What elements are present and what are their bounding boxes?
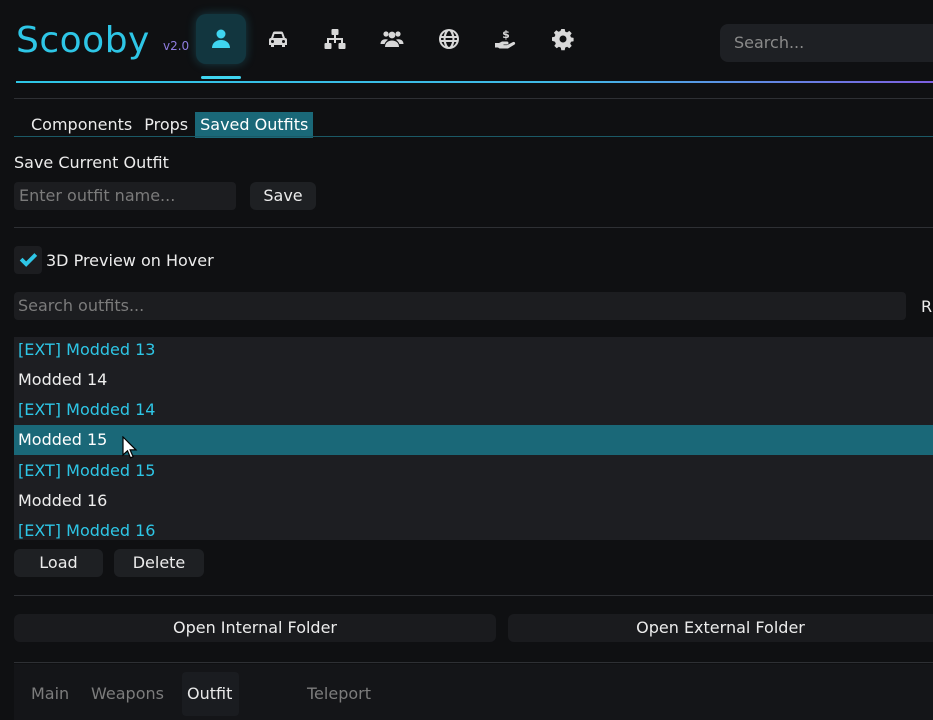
list-item[interactable]: Modded 14 bbox=[14, 365, 933, 395]
mouse-cursor-icon bbox=[122, 436, 138, 459]
version-label: v2.0 bbox=[163, 39, 190, 53]
list-item-selected[interactable]: Modded 15 bbox=[14, 425, 933, 455]
header-divider bbox=[16, 81, 933, 83]
divider bbox=[14, 595, 933, 596]
tab-components[interactable]: Components bbox=[26, 112, 137, 138]
header: Scooby v2.0 $ Search... bbox=[0, 0, 933, 84]
global-search-input[interactable]: Search... bbox=[720, 24, 933, 62]
preview-checkbox-label: 3D Preview on Hover bbox=[46, 251, 214, 270]
nav-network-button[interactable] bbox=[310, 14, 360, 64]
globe-icon bbox=[439, 29, 459, 49]
money-hand-icon: $ bbox=[495, 28, 516, 49]
network-icon bbox=[324, 29, 346, 49]
nav-money-button[interactable]: $ bbox=[481, 14, 531, 64]
outfit-sub-tabs: Components Props Saved Outfits bbox=[26, 112, 315, 138]
load-button[interactable]: Load bbox=[14, 549, 103, 577]
save-button[interactable]: Save bbox=[250, 182, 316, 210]
preview-checkbox[interactable] bbox=[14, 246, 42, 274]
users-icon bbox=[380, 31, 404, 47]
tab-main[interactable]: Main bbox=[26, 672, 74, 716]
open-internal-folder-button[interactable]: Open Internal Folder bbox=[14, 614, 496, 642]
tab-outfit-editor[interactable]: Outfit Editor bbox=[182, 672, 240, 716]
save-outfit-title: Save Current Outfit bbox=[14, 153, 169, 172]
gear-icon bbox=[552, 29, 574, 51]
nav-vehicle-button[interactable] bbox=[253, 14, 303, 64]
checkmark-icon bbox=[19, 253, 38, 267]
outfit-list[interactable]: [EXT] Modded 13 Modded 14 [EXT] Modded 1… bbox=[14, 337, 933, 540]
delete-button[interactable]: Delete bbox=[114, 549, 204, 577]
list-item[interactable]: [EXT] Modded 15 bbox=[14, 456, 933, 486]
app-logo: Scooby bbox=[16, 20, 150, 61]
nav-settings-button[interactable] bbox=[538, 14, 588, 64]
refresh-label[interactable]: R bbox=[921, 297, 932, 316]
app-window: Scooby v2.0 $ Search... Components Props… bbox=[0, 0, 933, 720]
tab-props[interactable]: Props bbox=[139, 112, 193, 138]
tab-weapons[interactable]: Weapons bbox=[86, 672, 169, 716]
open-external-folder-button[interactable]: Open External Folder bbox=[508, 614, 933, 642]
user-icon bbox=[212, 29, 230, 48]
tab-teleport[interactable]: Teleport bbox=[302, 672, 376, 716]
sub-tab-divider bbox=[14, 136, 933, 137]
list-item[interactable]: [EXT] Modded 16 bbox=[14, 516, 933, 540]
divider bbox=[14, 662, 933, 663]
car-icon bbox=[269, 31, 287, 47]
outfit-name-input[interactable]: Enter outfit name... bbox=[14, 182, 236, 210]
list-item[interactable]: [EXT] Modded 13 bbox=[14, 337, 933, 365]
svg-text:$: $ bbox=[502, 28, 510, 41]
nav-player-button[interactable] bbox=[196, 14, 246, 64]
nav-players-button[interactable] bbox=[367, 14, 417, 64]
nav-world-button[interactable] bbox=[424, 14, 474, 64]
list-item[interactable]: [EXT] Modded 14 bbox=[14, 395, 933, 425]
tab-saved-outfits[interactable]: Saved Outfits bbox=[195, 112, 314, 138]
divider bbox=[14, 98, 933, 99]
nav-active-indicator bbox=[201, 76, 241, 79]
divider bbox=[14, 227, 933, 228]
list-item[interactable]: Modded 16 bbox=[14, 486, 933, 516]
outfit-search-input[interactable]: Search outfits... bbox=[14, 292, 906, 320]
